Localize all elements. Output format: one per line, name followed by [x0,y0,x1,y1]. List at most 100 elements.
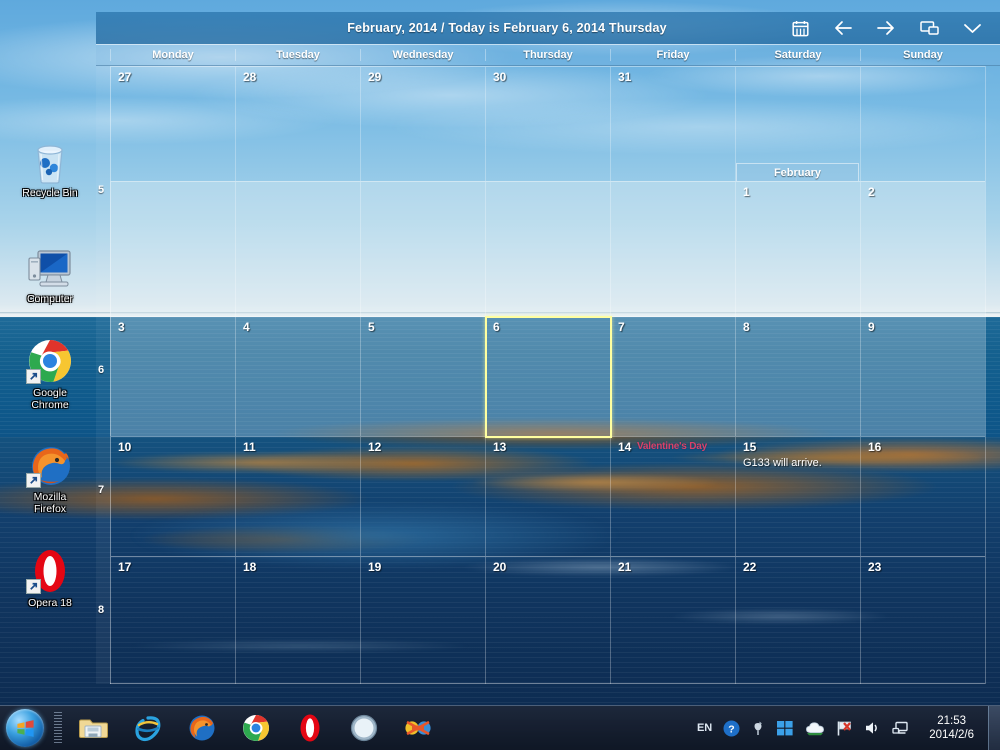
calendar-day-cell[interactable] [235,182,360,316]
calendar-day-cell[interactable]: 19 [360,557,485,684]
calendar-day-cell[interactable]: 27 [110,67,235,181]
calendar-day-cell[interactable]: 22 [735,557,860,684]
network-icon[interactable] [892,720,910,736]
day-number: 30 [493,70,506,84]
calendar-week-row[interactable]: 17 18 19 20 21 22 23 [110,556,985,684]
day-header-wednesday: Wednesday [360,49,485,61]
taskbar-item-internet-explorer[interactable] [132,712,164,744]
desktop-icon-computer[interactable]: Computer [6,242,94,305]
calendar-day-cell[interactable] [860,67,985,181]
windows-logo-icon [15,718,36,739]
day-number: 12 [368,440,381,454]
week-number: 8 [98,604,104,616]
taskbar-grip[interactable] [54,712,62,744]
week-number: 5 [98,184,104,196]
calendar-day-cell[interactable] [110,182,235,316]
calendar-day-cell[interactable]: 12 [360,437,485,556]
calendar-day-cell-today[interactable]: 6 [485,317,610,436]
taskbar: EN ? [0,705,1000,750]
calendar-day-cell[interactable]: 4 [235,317,360,436]
calendar-day-cell[interactable]: 15 G133 will arrive. [735,437,860,556]
taskbar-clock[interactable]: 21:53 2014/2/6 [921,714,982,742]
onedrive-cloud-icon[interactable] [805,720,825,736]
desktop-icon-recycle-bin[interactable]: Recycle Bin [6,136,94,199]
calendar-day-cell[interactable]: 9 [860,317,985,436]
calendar-day-cell[interactable]: 30 [485,67,610,181]
taskbar-item-google-chrome[interactable] [240,712,272,744]
tray-small-icon[interactable] [751,720,765,737]
help-icon[interactable]: ? [723,720,740,737]
calendar-day-cell[interactable] [610,182,735,316]
day-number: 6 [493,320,500,334]
svg-text:?: ? [729,723,735,735]
maxthon-icon [403,715,433,741]
day-number: 21 [618,560,631,574]
taskbar-item-safari[interactable] [348,712,380,744]
desktop-icon-google-chrome[interactable]: Google Chrome [6,336,94,411]
calendar-day-cell[interactable]: 21 [610,557,735,684]
day-number: 9 [868,320,875,334]
day-number: 3 [118,320,125,334]
taskbar-item-maxthon[interactable] [402,712,434,744]
volume-icon[interactable] [864,720,881,736]
calendar-day-cell[interactable]: 23 [860,557,985,684]
calendar-week-row[interactable]: 10 11 12 13 14 Valentine's Day 15 G133 w… [110,436,985,556]
calendar-day-cell[interactable]: 17 [110,557,235,684]
desktop-icon-label-line2: Firefox [34,503,66,515]
calendar-day-cell[interactable]: 29 [360,67,485,181]
calendar-day-cell[interactable] [485,182,610,316]
desktop-icon-label-line2: Chrome [31,399,68,411]
day-number: 4 [243,320,250,334]
calendar-day-cell[interactable]: 5 [360,317,485,436]
chevron-down-icon[interactable] [960,17,984,39]
desktop-icon-label: Computer [6,293,94,305]
shortcut-overlay-icon [26,473,41,488]
safari-icon [350,714,378,742]
taskbar-item-mozilla-firefox[interactable] [186,712,218,744]
taskbar-item-opera[interactable] [294,712,326,744]
calendar-icon[interactable] [788,17,812,39]
calendar-day-cell[interactable]: 28 [235,67,360,181]
calendar-day-cell[interactable]: 1 [735,182,860,316]
calendar-week-row[interactable]: 1 2 [110,181,985,316]
calendar-day-cell[interactable]: 18 [235,557,360,684]
next-arrow-icon[interactable] [874,17,898,39]
show-desktop-button[interactable] [988,706,1000,750]
google-chrome-icon [6,336,94,384]
shortcut-overlay-icon [26,369,41,384]
desktop-icon-mozilla-firefox[interactable]: Mozilla Firefox [6,440,94,515]
calendar-day-cell[interactable]: 16 [860,437,985,556]
calendar-day-cell[interactable] [360,182,485,316]
desktop-icon-label: Recycle Bin [6,187,94,199]
calendar-day-cell[interactable]: 2 [860,182,985,316]
windows-tiles-icon[interactable] [776,719,794,737]
month-tab-february[interactable]: February [736,163,859,181]
calendar-day-cell[interactable]: 8 [735,317,860,436]
calendar-titlebar: February, 2014 / Today is February 6, 20… [96,12,1000,44]
calendar-day-cell[interactable]: 14 Valentine's Day [610,437,735,556]
calendar-day-cell[interactable]: 10 [110,437,235,556]
taskbar-item-windows-explorer[interactable] [78,712,110,744]
start-button[interactable] [6,709,44,747]
action-center-flag-icon[interactable] [836,720,853,737]
calendar-day-cell[interactable]: 11 [235,437,360,556]
day-header-monday: Monday [110,49,235,61]
calendar-day-cell[interactable]: 3 [110,317,235,436]
calendar-day-cell[interactable]: 20 [485,557,610,684]
calendar-day-cell[interactable]: 13 [485,437,610,556]
opera-icon [296,713,324,743]
day-number: 31 [618,70,631,84]
system-tray: EN ? [697,714,988,742]
calendar-day-cell[interactable]: 31 [610,67,735,181]
previous-arrow-icon[interactable] [831,17,855,39]
recycle-bin-icon [6,136,94,184]
language-indicator[interactable]: EN [697,722,712,734]
google-chrome-icon [241,713,271,743]
desktop-icon-opera-18[interactable]: Opera 18 [6,546,94,609]
day-event-note-red: Valentine's Day [637,441,707,452]
day-number: 15 [743,440,756,454]
calendar-week-row[interactable]: 3 4 5 6 7 8 9 [110,316,985,436]
display-icon[interactable] [917,17,941,39]
calendar-widget[interactable]: February, 2014 / Today is February 6, 20… [96,12,1000,684]
calendar-day-cell[interactable]: 7 [610,317,735,436]
